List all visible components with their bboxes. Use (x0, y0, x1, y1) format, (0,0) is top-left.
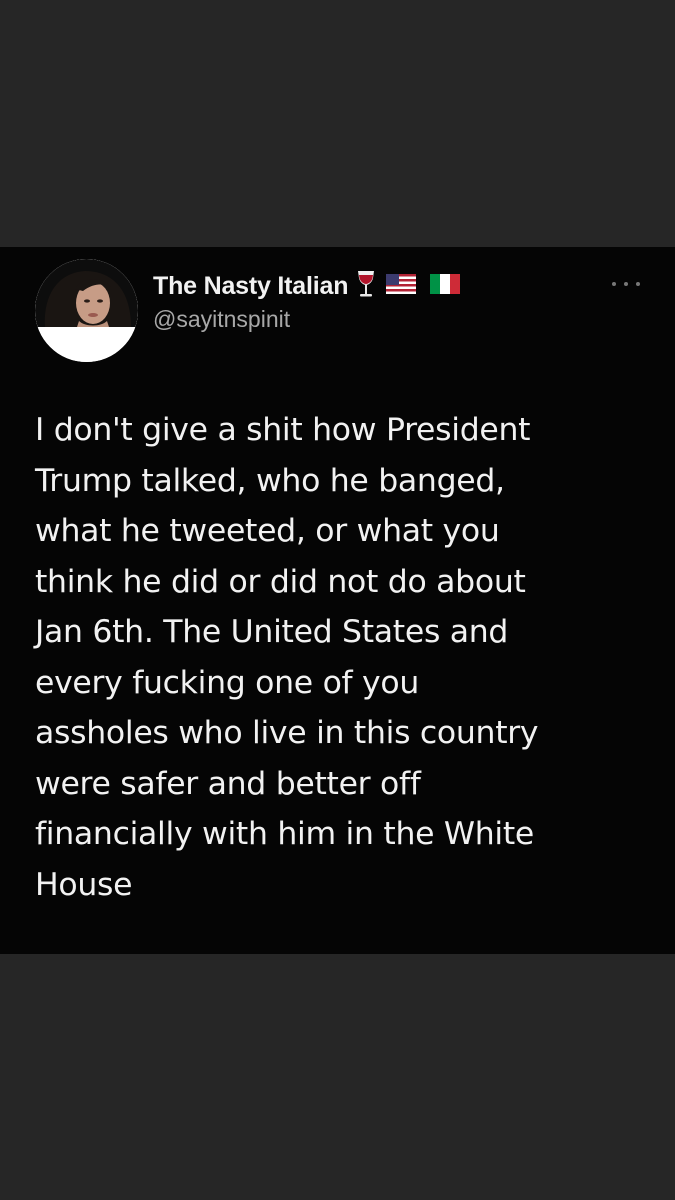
avatar-photo (35, 259, 138, 362)
wine-glass-icon (356, 269, 376, 304)
screenshot-canvas: The Nasty Italian @sayitnspinit I don't … (0, 0, 675, 1200)
tweet-card[interactable]: The Nasty Italian @sayitnspinit I don't … (0, 247, 675, 954)
us-flag-icon (386, 273, 417, 299)
avatar[interactable] (35, 259, 138, 362)
display-name[interactable]: The Nasty Italian (153, 272, 348, 301)
more-dot (636, 282, 640, 286)
more-dot (624, 282, 628, 286)
tweet-header: The Nasty Italian @sayitnspinit (153, 269, 461, 333)
user-handle[interactable]: @sayitnspinit (153, 306, 460, 333)
more-dot (612, 282, 616, 286)
italy-flag-icon (430, 273, 461, 299)
more-options-icon[interactable] (612, 277, 640, 291)
tweet-text: I don't give a shit how President Trump … (35, 412, 539, 903)
display-name-row: The Nasty Italian (153, 269, 461, 304)
